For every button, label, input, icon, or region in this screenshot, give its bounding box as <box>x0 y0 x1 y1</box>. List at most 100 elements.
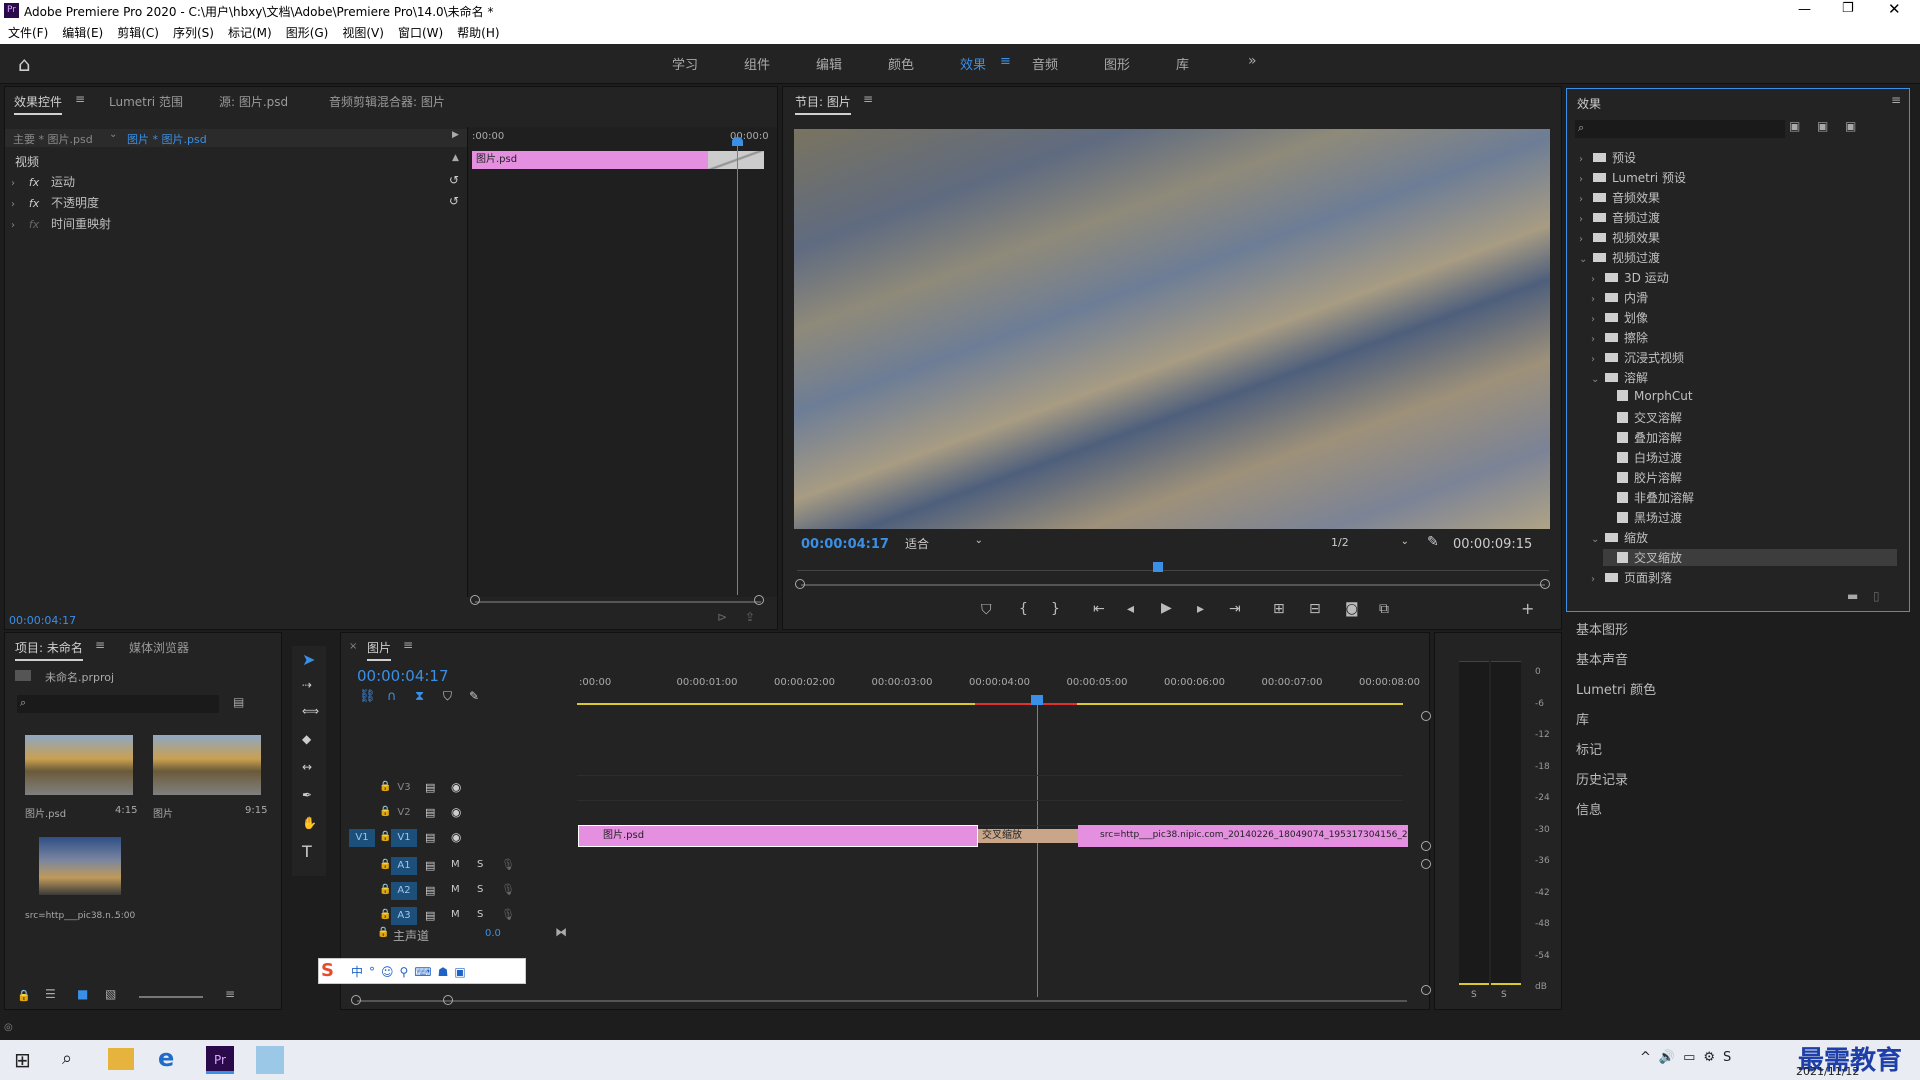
panel-menu-icon[interactable]: ≡ <box>95 638 105 652</box>
lock-icon[interactable]: 🔒 <box>379 884 391 895</box>
panel-menu-icon[interactable]: ≡ <box>403 638 413 652</box>
chevron-right-icon[interactable]: › <box>1591 294 1601 305</box>
slip-tool-icon[interactable]: ↔ <box>302 760 312 774</box>
side-panel-item[interactable]: 历史记录 <box>1574 766 1904 796</box>
menu-item[interactable]: 图形(G) <box>286 26 329 40</box>
workspace-tab[interactable]: 组件 <box>744 54 770 73</box>
monitor-playhead-icon[interactable] <box>1153 562 1163 572</box>
film-icon[interactable]: ▤ <box>425 831 435 844</box>
filter-icon[interactable]: ⊳ <box>717 610 727 624</box>
menu-item[interactable]: 视图(V) <box>342 26 384 40</box>
maximize-button[interactable]: ❐ <box>1842 1 1854 16</box>
lock-icon[interactable]: 🔒 <box>379 806 391 817</box>
track-target[interactable]: A1 <box>391 857 417 875</box>
effects-search-input[interactable]: ⌕ <box>1575 120 1785 138</box>
effects-tree-item[interactable]: › Lumetri 预设 <box>1579 169 1686 186</box>
snap-icon[interactable]: ∩ <box>387 689 397 704</box>
list-view-icon[interactable]: ☰ <box>45 987 56 1001</box>
lock-icon[interactable]: 🔒 <box>379 909 391 920</box>
chevron-right-icon[interactable]: › <box>11 178 21 189</box>
chevron-right-icon[interactable]: › <box>11 199 21 210</box>
mute-button[interactable]: M <box>451 859 460 870</box>
premiere-taskbar-icon[interactable]: Pr <box>206 1046 234 1074</box>
solo-button[interactable]: S <box>477 909 483 920</box>
camera-icon[interactable]: ◙ <box>1345 601 1359 617</box>
scroll-handle-right[interactable] <box>754 595 764 605</box>
fit-dropdown[interactable]: 适合 ⌄ <box>905 535 987 553</box>
chevron-right-icon[interactable]: › <box>1591 274 1601 285</box>
lock-icon[interactable]: 🔒 <box>377 927 389 938</box>
step-back-icon[interactable]: ◂ <box>1127 601 1134 617</box>
media-thumb[interactable] <box>39 837 121 895</box>
effects-tree-item[interactable]: ⌄ 溶解 <box>1591 369 1648 386</box>
timeline-tab[interactable]: 图片 <box>367 639 392 661</box>
effects-tree-item[interactable]: › 音频效果 <box>1579 189 1660 206</box>
eye-icon[interactable]: ◉ <box>451 780 461 794</box>
export-icon[interactable]: ⇪ <box>745 610 755 624</box>
track-target[interactable]: V3 <box>391 779 417 797</box>
effects-tree-item[interactable]: 白场过渡 <box>1603 449 1682 466</box>
sort-icon[interactable]: ≡ <box>225 987 235 1001</box>
windows-start-icon[interactable]: ⊞ <box>14 1048 31 1072</box>
effects-tree-item[interactable]: › 页面剥落 <box>1591 569 1672 586</box>
play-icon[interactable]: ▶ <box>1161 600 1172 616</box>
step-forward-icon[interactable]: ▸ <box>1197 601 1204 617</box>
panel-menu-icon[interactable]: ≡ <box>75 92 85 106</box>
effect-item-time-remap[interactable]: › fx 时间重映射 <box>11 215 466 233</box>
reset-icon[interactable]: ↺ <box>449 194 459 208</box>
menu-item[interactable]: 窗口(W) <box>398 26 443 40</box>
tray-icons[interactable]: ^🔊▭⚙S <box>1640 1050 1739 1065</box>
mark-in-icon[interactable]: { <box>1019 601 1028 617</box>
film-icon[interactable]: ▤ <box>425 884 435 897</box>
add-marker-icon[interactable]: ⛉ <box>981 602 992 618</box>
minimize-button[interactable]: — <box>1798 2 1811 17</box>
monitor-ruler[interactable] <box>797 563 1549 571</box>
track-target[interactable]: V1 <box>391 829 417 847</box>
timeline-timecode[interactable]: 00:00:04:17 <box>357 667 449 685</box>
media-thumb[interactable] <box>25 735 133 795</box>
menu-item[interactable]: 编辑(E) <box>62 26 103 40</box>
compare-icon[interactable]: ⧉ <box>1379 601 1389 617</box>
solo-button[interactable]: S <box>477 859 483 870</box>
side-panel-item[interactable]: Lumetri 颜色 <box>1574 676 1904 706</box>
effects-tree-item[interactable]: › 视频效果 <box>1579 229 1660 246</box>
tab-lumetri-scopes[interactable]: Lumetri 范围 <box>109 93 183 110</box>
clip-src-jpg[interactable]: src=http___pic38.nipic.com_20140226_1804… <box>1078 825 1408 847</box>
scroll-handle-left[interactable] <box>351 995 361 1005</box>
side-panel-item[interactable]: 信息 <box>1574 796 1904 826</box>
effects-tree-item[interactable]: › 划像 <box>1591 309 1648 326</box>
mini-timeline[interactable]: :00:00 00:00:0 图片.psd <box>467 127 777 597</box>
tab-source[interactable]: 源: 图片.psd <box>219 93 288 110</box>
scroll-handle-right[interactable] <box>1540 579 1550 589</box>
freeform-view-icon[interactable]: ▧ <box>105 987 116 1001</box>
panel-menu-icon[interactable]: ≡ <box>863 92 873 106</box>
settings-wrench-icon[interactable]: ✎ <box>1427 534 1439 550</box>
home-icon[interactable]: ⌂ <box>18 52 31 76</box>
accelerated-effects-icon[interactable]: ▣ <box>1789 119 1800 133</box>
lock-icon[interactable]: 🔒 <box>17 989 31 1002</box>
chevron-right-icon[interactable]: › <box>1579 214 1589 225</box>
file-explorer-icon[interactable] <box>108 1048 134 1070</box>
eye-icon[interactable]: ◉ <box>451 805 461 819</box>
type-tool-icon[interactable]: T <box>302 842 312 861</box>
app-taskbar-icon[interactable] <box>256 1046 284 1074</box>
lock-icon[interactable]: 🔒 <box>379 859 391 870</box>
film-icon[interactable]: ▤ <box>425 859 435 872</box>
new-bin-icon[interactable]: ▬ <box>1847 589 1858 603</box>
vertical-scroll-handle[interactable] <box>1421 859 1431 869</box>
effects-tree-item[interactable]: › 内滑 <box>1591 289 1648 306</box>
mute-button[interactable]: M <box>451 884 460 895</box>
chevron-right-icon[interactable]: › <box>11 220 21 231</box>
effects-tree-item[interactable]: › 音频过渡 <box>1579 209 1660 226</box>
workspace-tab[interactable]: 效果 <box>960 54 986 73</box>
workspace-tab[interactable]: 音频 <box>1032 54 1058 73</box>
effects-tree-item[interactable]: › 沉浸式视频 <box>1591 349 1684 366</box>
vertical-scroll-handle[interactable] <box>1421 841 1431 851</box>
track-target[interactable]: V2 <box>391 804 417 822</box>
microphone-icon[interactable]: 🎙 <box>501 883 515 896</box>
reset-icon[interactable]: ↺ <box>449 173 459 187</box>
effects-tree-item[interactable]: MorphCut <box>1603 389 1693 403</box>
track-target[interactable]: A2 <box>391 882 417 900</box>
chevron-down-icon[interactable]: ⌄ <box>1579 254 1589 265</box>
clip-image-psd[interactable]: 图片.psd <box>578 825 978 847</box>
